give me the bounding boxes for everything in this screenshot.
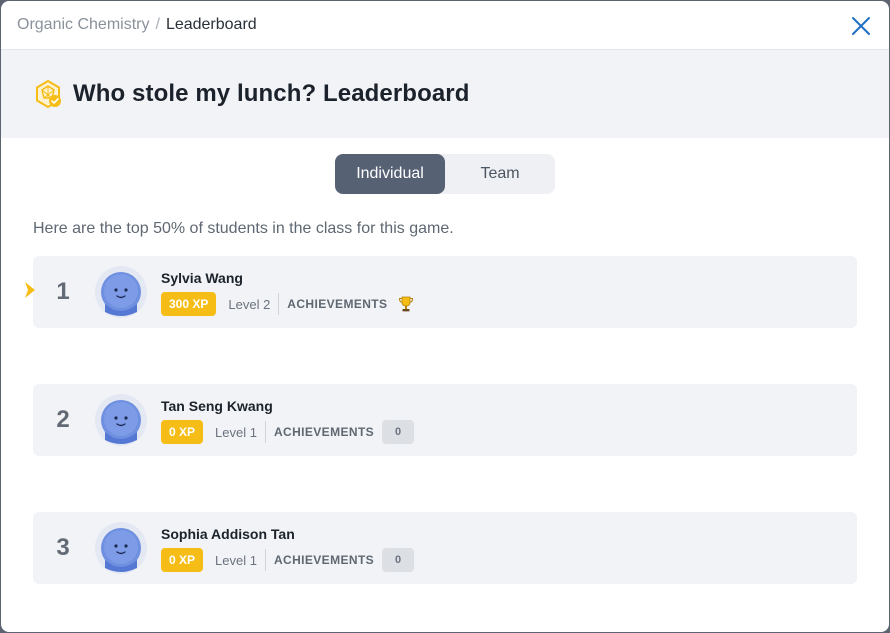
- leaderboard-row: 2 Tan Seng Kwang 0 XP Level 1 ACHIEVEMEN…: [33, 384, 857, 456]
- achievements-label: ACHIEVEMENTS: [287, 297, 388, 311]
- breadcrumb-parent[interactable]: Organic Chemistry: [17, 16, 149, 34]
- student-meta: 300 XP Level 2 ACHIEVEMENTS: [161, 292, 415, 316]
- close-icon: [852, 17, 870, 35]
- tab-individual[interactable]: Individual: [335, 154, 445, 194]
- student-name: Sophia Addison Tan: [161, 526, 295, 542]
- leaderboard-modal: Organic Chemistry / Leaderboard Who stol…: [1, 1, 889, 632]
- rank-number: 3: [56, 534, 70, 561]
- intro-text: Here are the top 50% of students in the …: [33, 220, 454, 237]
- student-name: Tan Seng Kwang: [161, 398, 273, 414]
- level-label: Level 1: [215, 421, 266, 443]
- leaderboard-row: 1 Sylvia Wang 300 XP Level 2 ACHIEVEMENT…: [25, 256, 857, 328]
- close-button[interactable]: [851, 16, 871, 36]
- view-toggle: Individual Team: [335, 154, 555, 194]
- avatar[interactable]: [95, 266, 147, 318]
- avatar[interactable]: [95, 522, 147, 574]
- breadcrumb-current: Leaderboard: [165, 16, 257, 33]
- achievements-count: 0: [382, 420, 415, 444]
- trophy-icon[interactable]: [397, 295, 415, 313]
- achievements-label: ACHIEVEMENTS: [273, 425, 375, 439]
- student-name: Sylvia Wang: [161, 270, 243, 286]
- avatar[interactable]: [95, 394, 147, 446]
- level-label: Level 2: [228, 293, 280, 315]
- leaderboard-row: 3 Sophia Addison Tan 0 XP Level 1 ACHIEV…: [33, 512, 857, 584]
- xp-badge: 300 XP: [161, 292, 217, 316]
- achievements-count: 0: [382, 548, 415, 572]
- tab-team[interactable]: Team: [445, 154, 555, 194]
- level-label: Level 1: [215, 549, 266, 571]
- game-icon: [36, 79, 61, 109]
- rank-number: 1: [56, 278, 70, 305]
- top-bar: Organic Chemistry / Leaderboard: [1, 1, 889, 50]
- student-meta: 0 XP Level 1 ACHIEVEMENTS 0: [161, 420, 415, 444]
- xp-badge: 0 XP: [161, 420, 204, 444]
- page-header: Who stole my lunch? Leaderboard: [1, 50, 889, 138]
- rank-number: 2: [56, 406, 70, 433]
- achievements-label: ACHIEVEMENTS: [273, 553, 375, 567]
- page-title: Who stole my lunch? Leaderboard: [73, 80, 470, 107]
- xp-badge: 0 XP: [161, 548, 204, 572]
- breadcrumb-separator: /: [155, 16, 160, 33]
- student-meta: 0 XP Level 1 ACHIEVEMENTS 0: [161, 548, 415, 572]
